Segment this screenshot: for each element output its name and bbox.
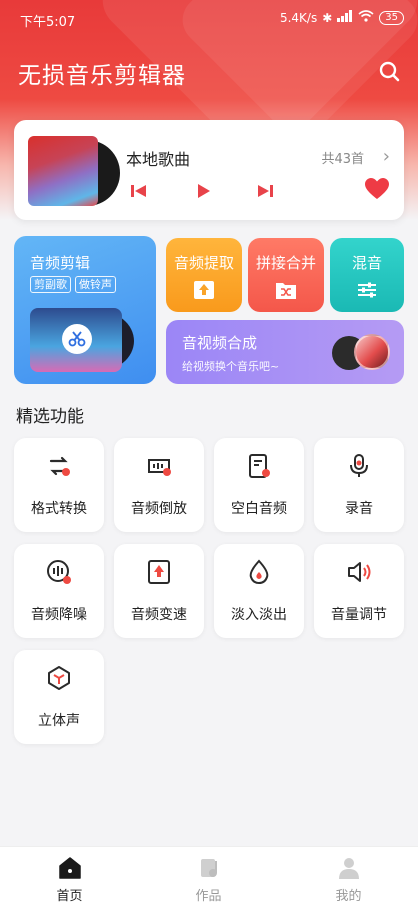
nav-home[interactable]: 首页 xyxy=(0,847,139,910)
next-track-icon[interactable] xyxy=(254,180,276,202)
video-audio-merge-tile[interactable]: 音视频合成 给视频换个音乐吧~ xyxy=(166,320,404,384)
video-merge-subtitle: 给视频换个音乐吧~ xyxy=(182,360,280,373)
merge-title: 拼接合并 xyxy=(255,254,316,272)
volume-icon xyxy=(348,562,371,582)
feature-denoise[interactable]: 音频降噪 xyxy=(14,544,104,638)
feature-volume[interactable]: 音量调节 xyxy=(314,544,404,638)
status-indicators: 5.4K/s ✱ 35 xyxy=(280,10,404,25)
feature-stereo[interactable]: 立体声 xyxy=(14,650,104,744)
signal-icon xyxy=(337,10,353,25)
feature-reverse[interactable]: 音频倒放 xyxy=(114,438,204,532)
song-count: 共43首 xyxy=(321,152,364,167)
feature-label: 格式转换 xyxy=(31,501,87,517)
audio-edit-title: 音频剪辑 xyxy=(30,254,91,272)
bottom-navigation: 首页 作品 我的 xyxy=(0,846,418,910)
network-speed: 5.4K/s xyxy=(279,10,318,25)
app-title: 无损音乐剪辑器 xyxy=(18,63,186,89)
album-cover xyxy=(28,136,98,206)
nav-profile-label: 我的 xyxy=(335,889,362,904)
fade-icon xyxy=(249,559,269,585)
feature-label: 音量调节 xyxy=(331,607,387,623)
local-music-title: 本地歌曲 xyxy=(126,150,191,169)
play-icon[interactable] xyxy=(192,180,214,202)
wifi-icon xyxy=(358,10,374,25)
feature-label: 音频变速 xyxy=(131,607,187,623)
tag-ringtone: 做铃声 xyxy=(75,276,116,293)
audio-extract-title: 音频提取 xyxy=(173,254,234,272)
status-bar: 下午5:07 5.4K/s ✱ 35 xyxy=(0,0,418,36)
blank-audio-icon xyxy=(249,454,270,478)
feature-format-convert[interactable]: 格式转换 xyxy=(14,438,104,532)
reverse-icon xyxy=(148,459,171,476)
video-cover-image xyxy=(354,334,390,370)
previous-track-icon[interactable] xyxy=(128,180,150,202)
nav-works[interactable]: 作品 xyxy=(139,847,278,910)
feature-label: 音频倒放 xyxy=(131,501,187,517)
stereo-icon xyxy=(48,666,70,690)
feature-blank-audio[interactable]: 空白音频 xyxy=(214,438,304,532)
nav-profile[interactable]: 我的 xyxy=(279,847,418,910)
audio-edit-tags: 剪副歌 做铃声 xyxy=(30,276,116,293)
section-title: 精选功能 xyxy=(16,407,84,427)
search-icon xyxy=(379,61,400,82)
nav-works-label: 作品 xyxy=(195,889,222,904)
nav-home-label: 首页 xyxy=(56,889,83,904)
audio-extract-tile[interactable]: 音频提取 xyxy=(166,238,242,312)
favorite-heart-icon[interactable] xyxy=(364,176,390,202)
feature-record[interactable]: 录音 xyxy=(314,438,404,532)
speed-icon xyxy=(148,560,170,584)
shuffle-folder-icon xyxy=(276,283,296,299)
bluetooth-icon: ✱ xyxy=(322,10,333,25)
scissors-icon xyxy=(62,324,92,354)
search-button[interactable] xyxy=(376,58,404,86)
feature-label: 淡入淡出 xyxy=(231,607,287,623)
mix-title: 混音 xyxy=(351,254,382,272)
feature-speed[interactable]: 音频变速 xyxy=(114,544,204,638)
status-time: 下午5:07 xyxy=(20,15,76,30)
tag-chorus: 剪副歌 xyxy=(30,276,71,293)
feature-fade[interactable]: 淡入淡出 xyxy=(214,544,304,638)
local-music-card[interactable]: 本地歌曲 共43首 › xyxy=(14,120,404,220)
feature-label: 音频降噪 xyxy=(31,607,87,623)
upload-icon xyxy=(194,281,214,299)
audio-edit-tile[interactable]: 音频剪辑 剪副歌 做铃声 xyxy=(14,236,156,384)
microphone-icon xyxy=(350,454,368,477)
mix-tile[interactable]: 混音 xyxy=(330,238,404,312)
equalizer-icon xyxy=(358,282,376,298)
battery-icon: 35 xyxy=(379,10,404,25)
feature-label: 立体声 xyxy=(38,713,80,729)
works-icon xyxy=(201,859,217,877)
chevron-right-icon[interactable]: › xyxy=(383,146,390,167)
denoise-icon xyxy=(47,560,71,584)
format-convert-icon xyxy=(49,456,70,476)
feature-label: 录音 xyxy=(345,501,373,517)
video-merge-title: 音视频合成 xyxy=(182,334,258,352)
profile-icon xyxy=(339,858,359,879)
home-icon xyxy=(59,857,81,879)
feature-label: 空白音频 xyxy=(231,501,287,517)
merge-tile[interactable]: 拼接合并 xyxy=(248,238,324,312)
